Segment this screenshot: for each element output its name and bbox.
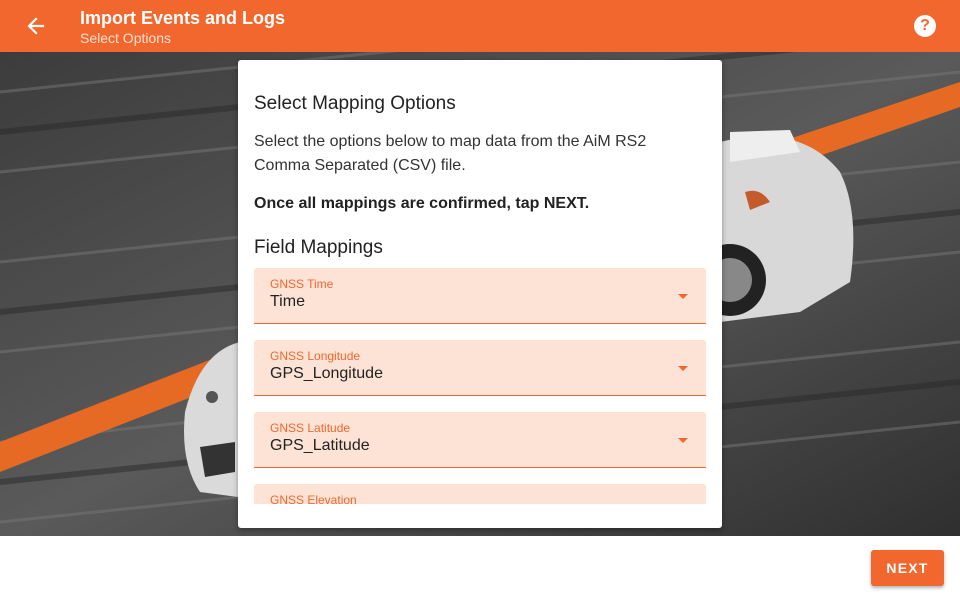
help-button[interactable]: ? [914,15,936,37]
field-label: GNSS Elevation [270,493,357,507]
field-label: GNSS Longitude [270,349,361,363]
page-subtitle: Select Options [80,30,172,46]
next-button[interactable]: NEXT [871,550,944,586]
field-label: GNSS Latitude [270,421,351,435]
gnss-time-select[interactable]: GNSS Time Time [254,268,706,324]
arrow-left-icon [27,17,45,35]
field-value: GPS_Longitude [270,365,383,382]
app-bar-titles: Import Events and Logs Select Options [80,7,285,47]
gnss-latitude-select[interactable]: GNSS Latitude GPS_Latitude [254,412,706,468]
back-button[interactable] [22,12,50,40]
field-mappings-heading: Field Mappings [254,237,383,258]
field-label: GNSS Time [270,277,334,291]
dropdown-arrow-icon [678,438,688,443]
gnss-longitude-select[interactable]: GNSS Longitude GPS_Longitude [254,340,706,396]
dropdown-arrow-icon [678,366,688,371]
page-title: Import Events and Logs [80,8,286,28]
mapping-options-card: Select Mapping Options Select the option… [238,60,722,528]
card-description: Select the options below to map data fro… [254,133,647,174]
app-bar: Import Events and Logs Select Options ? [0,0,960,52]
card-instruction: Once all mappings are confirmed, tap NEX… [254,195,590,212]
field-value: GPS_Latitude [270,437,370,454]
field-value: Time [270,293,305,310]
help-circle-icon: ? [920,17,930,34]
gnss-elevation-select[interactable]: GNSS Elevation [254,484,706,507]
card-heading: Select Mapping Options [254,93,456,114]
dropdown-arrow-icon [678,294,688,299]
